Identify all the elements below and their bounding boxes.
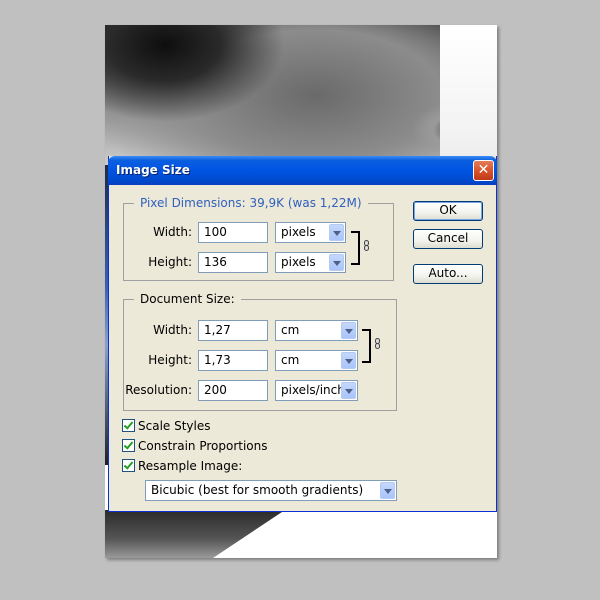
dialog-titlebar[interactable]: Image Size ✕ xyxy=(108,156,497,185)
pixel-width-input[interactable]: 100 xyxy=(198,222,268,243)
pixel-constrain-bracket xyxy=(351,231,360,265)
pixel-height-unit-value: pixels xyxy=(281,255,316,269)
pixel-dimensions-group: Pixel Dimensions: 39,9K (was 1,22M) Widt… xyxy=(123,196,394,281)
cancel-button[interactable]: Cancel xyxy=(413,229,483,249)
doc-height-label: Height: xyxy=(148,353,192,367)
dialog-title: Image Size xyxy=(116,163,190,177)
dialog-body: Pixel Dimensions: 39,9K (was 1,22M) Widt… xyxy=(109,185,496,511)
chevron-down-icon[interactable] xyxy=(329,254,344,271)
chevron-down-icon[interactable] xyxy=(329,224,344,241)
chain-link-icon xyxy=(375,338,381,350)
pixel-width-unit-select[interactable]: pixels xyxy=(275,222,346,243)
pixel-height-unit-select[interactable]: pixels xyxy=(275,252,346,273)
document-size-group: Document Size: Width: 1,27 cm Height: 1,… xyxy=(123,292,397,411)
doc-width-input[interactable]: 1,27 xyxy=(198,320,268,341)
resolution-input[interactable]: 200 xyxy=(198,380,268,401)
document-size-legend: Document Size: xyxy=(134,292,241,306)
resample-image-checkbox[interactable] xyxy=(122,459,135,472)
image-size-dialog: Image Size ✕ Pixel Dimensions: 39,9K (wa… xyxy=(108,156,497,512)
doc-height-input[interactable]: 1,73 xyxy=(198,350,268,371)
scale-styles-checkbox[interactable] xyxy=(122,419,135,432)
doc-constrain-bracket xyxy=(362,329,371,363)
pixel-width-unit-value: pixels xyxy=(281,225,316,239)
close-icon: ✕ xyxy=(477,162,490,178)
auto-button[interactable]: Auto... xyxy=(413,264,483,284)
close-button[interactable]: ✕ xyxy=(473,160,494,181)
pixel-dimensions-legend: Pixel Dimensions: 39,9K (was 1,22M) xyxy=(134,196,368,210)
chevron-down-icon[interactable] xyxy=(341,352,356,369)
resample-image-label: Resample Image: xyxy=(138,459,243,473)
pixel-height-label: Height: xyxy=(148,255,192,269)
ok-button[interactable]: OK xyxy=(413,201,483,221)
resample-method-select[interactable]: Bicubic (best for smooth gradients) xyxy=(145,480,397,501)
chain-link-icon xyxy=(364,240,370,252)
doc-height-unit-value: cm xyxy=(281,353,300,367)
doc-height-unit-select[interactable]: cm xyxy=(275,350,358,371)
resolution-unit-select[interactable]: pixels/inch xyxy=(275,380,358,401)
chevron-down-icon[interactable] xyxy=(341,382,356,399)
scale-styles-label: Scale Styles xyxy=(138,419,211,433)
resample-method-value: Bicubic (best for smooth gradients) xyxy=(151,483,364,497)
pixel-width-label: Width: xyxy=(153,225,192,239)
doc-width-label: Width: xyxy=(153,323,192,337)
resolution-unit-value: pixels/inch xyxy=(281,383,345,397)
doc-width-unit-select[interactable]: cm xyxy=(275,320,358,341)
resolution-label: Resolution: xyxy=(125,383,192,397)
chevron-down-icon[interactable] xyxy=(341,322,356,339)
doc-width-unit-value: cm xyxy=(281,323,300,337)
chevron-down-icon[interactable] xyxy=(380,482,395,499)
constrain-proportions-checkbox[interactable] xyxy=(122,439,135,452)
constrain-proportions-label: Constrain Proportions xyxy=(138,439,268,453)
pixel-height-input[interactable]: 136 xyxy=(198,252,268,273)
